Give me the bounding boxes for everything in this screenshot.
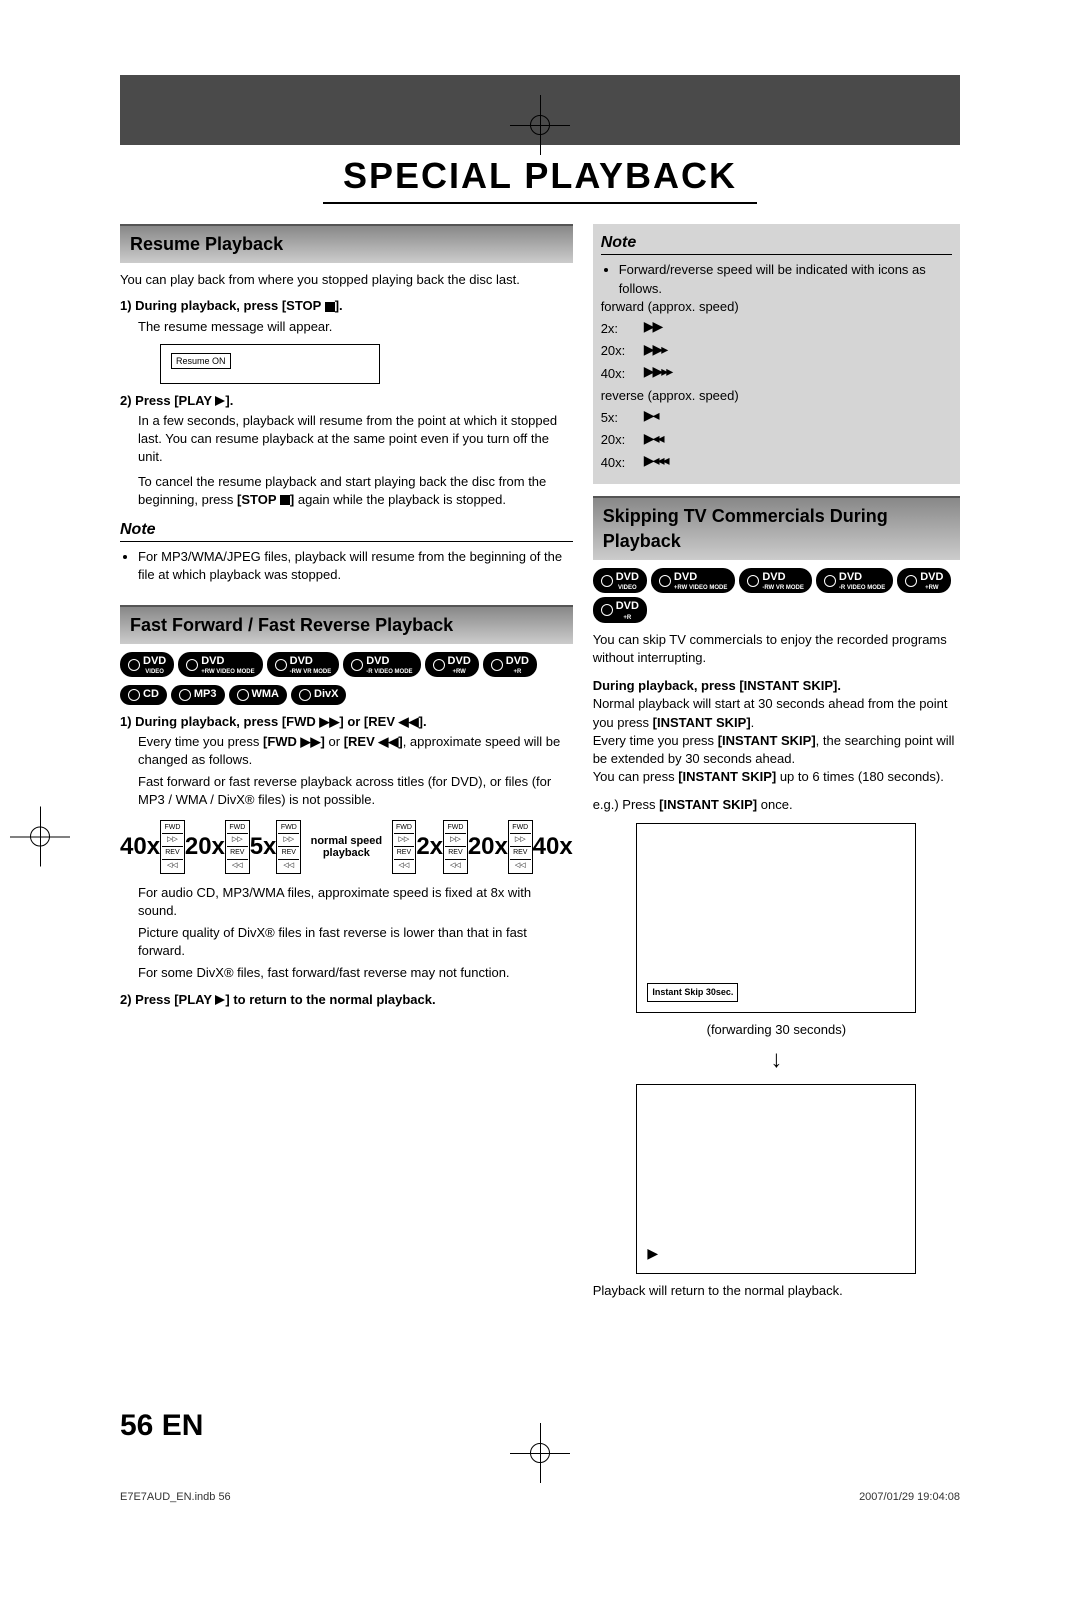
resume-note-list: For MP3/WMA/JPEG files, playback will re… (120, 548, 573, 584)
skip-intro: You can skip TV commercials to enjoy the… (593, 631, 960, 667)
ff-step1-body2: Fast forward or fast reverse playback ac… (138, 773, 573, 809)
speed-value: 20x (185, 830, 225, 864)
resume-step1-label: 1) During playback, press [STOP ]. (120, 298, 343, 313)
disc-badge: MP3 (171, 685, 225, 704)
right-column: Note Forward/reverse speed will be indic… (593, 224, 960, 1305)
disc-badge: DVD-R VIDEO MODE (816, 568, 893, 593)
disc-badge: DVD+R (483, 652, 537, 677)
resume-on-label: Resume ON (171, 353, 231, 370)
speed-row: 40x:▶▶▸▸ (601, 364, 952, 384)
footer-right: 2007/01/29 19:04:08 (859, 1491, 960, 1503)
speed-row: 5x:▶◂ (601, 408, 952, 428)
speed-box: FWD▷▷REV◁◁ (225, 820, 250, 874)
ff-header: Fast Forward / Fast Reverse Playback (120, 605, 573, 644)
skip-body3: You can press [INSTANT SKIP] up to 6 tim… (593, 768, 960, 786)
disc-badge: WMA (229, 685, 288, 704)
left-column: Resume Playback You can play back from w… (120, 224, 573, 1305)
printer-mark-top (525, 110, 555, 145)
speed-note-intro: Forward/reverse speed will be indicated … (619, 261, 952, 297)
resume-note-item: For MP3/WMA/JPEG files, playback will re… (138, 548, 573, 584)
speed-box: FWD▷▷REV◁◁ (160, 820, 185, 874)
ff-step1-body1: Every time you press [FWD ▶▶] or [REV ◀◀… (138, 733, 573, 769)
disc-badge: DVD-R VIDEO MODE (343, 652, 420, 677)
disc-badge: DVD+RW VIDEO MODE (651, 568, 735, 593)
down-arrow-icon: ↓ (593, 1043, 960, 1077)
printer-mark-bottom (525, 1438, 555, 1473)
speed-value: 40x (533, 830, 573, 864)
speed-box: FWD▷▷REV◁◁ (392, 820, 417, 874)
stop-icon (325, 302, 335, 312)
page-number: 56 EN (120, 1409, 203, 1443)
speed-value: 40x (120, 830, 160, 864)
speed-diagram: 40xFWD▷▷REV◁◁20xFWD▷▷REV◁◁5xFWD▷▷REV◁◁no… (120, 820, 573, 874)
instant-skip-screen: Instant Skip 30sec. (636, 823, 916, 1013)
playback-return-caption: Playback will return to the normal playb… (593, 1282, 960, 1300)
resume-step2-label: 2) Press [PLAY ]. (120, 393, 233, 408)
normal-speed-label: normal speed playback (301, 835, 391, 859)
speed-row: 20x:▶▶▸ (601, 342, 952, 362)
footer: E7E7AUD_EN.indb 56 2007/01/29 19:04:08 (120, 1491, 960, 1503)
disc-badge: DVDVIDEO (593, 568, 647, 593)
speed-value: 2x (416, 830, 443, 864)
skip-example-label: e.g.) Press [INSTANT SKIP] once. (593, 796, 960, 814)
play-osd-icon: ▶ (647, 1244, 658, 1264)
disc-badge: DVD+RW VIDEO MODE (178, 652, 262, 677)
speed-value: 20x (468, 830, 508, 864)
skip-badges: DVDVIDEODVD+RW VIDEO MODEDVD-RW VR MODED… (593, 568, 960, 623)
resume-header: Resume Playback (120, 224, 573, 263)
skip-body2: Every time you press [INSTANT SKIP], the… (593, 732, 960, 768)
rev-speed-label: reverse (approx. speed) (601, 387, 952, 405)
footer-left: E7E7AUD_EN.indb 56 (120, 1491, 231, 1503)
resume-step2-body2: To cancel the resume playback and start … (138, 473, 573, 509)
disc-badge: CD (120, 685, 167, 704)
resume-step2-body1: In a few seconds, playback will resume f… (138, 412, 573, 467)
skip-body1: Normal playback will start at 30 seconds… (593, 695, 960, 731)
ff-step1-label: 1) During playback, press [FWD ▶▶] or [R… (120, 714, 427, 729)
printer-mark-left (25, 822, 55, 857)
play-icon (215, 396, 225, 406)
title-band: SPECIAL PLAYBACK (0, 155, 1080, 204)
disc-badge: DVD-RW VR MODE (739, 568, 812, 593)
speed-note-box: Note Forward/reverse speed will be indic… (593, 224, 960, 484)
speed-box: FWD▷▷REV◁◁ (276, 820, 301, 874)
playback-screen: ▶ (636, 1084, 916, 1274)
ff-step2-label: 2) Press [PLAY ] to return to the normal… (120, 992, 436, 1007)
speed-value: 5x (250, 830, 277, 864)
rev-icon: ◀◀ (378, 734, 398, 749)
speed-row: 2x:▶▶ (601, 319, 952, 339)
skip-header: Skipping TV Commercials During Playback (593, 496, 960, 560)
ff-badges-row1: DVDVIDEODVD+RW VIDEO MODEDVD-RW VR MODED… (120, 652, 573, 677)
resume-step1-body: The resume message will appear. (120, 318, 573, 336)
play-icon (215, 995, 225, 1005)
forwarding-caption: (forwarding 30 seconds) (593, 1021, 960, 1039)
stop-icon (280, 495, 290, 505)
disc-badge: DVD+RW (425, 652, 479, 677)
ff-after1: For audio CD, MP3/WMA files, approximate… (138, 884, 573, 920)
disc-badge: DVD-RW VR MODE (267, 652, 340, 677)
fwd-icon: ▶▶ (319, 714, 339, 729)
page-title: SPECIAL PLAYBACK (323, 155, 757, 204)
disc-badge: DVDVIDEO (120, 652, 174, 677)
disc-badge: DVD+R (593, 597, 647, 622)
speed-row: 40x:▶◂◂◂ (601, 453, 952, 473)
resume-intro: You can play back from where you stopped… (120, 271, 573, 289)
speed-box: FWD▷▷REV◁◁ (443, 820, 468, 874)
resume-note-header: Note (120, 519, 573, 542)
resume-osd-box: Resume ON (160, 344, 380, 384)
ff-after3: For some DivX® files, fast forward/fast … (138, 964, 573, 982)
disc-badge: DVD+RW (897, 568, 951, 593)
speed-note-header: Note (601, 232, 952, 255)
ff-after2: Picture quality of DivX® files in fast r… (138, 924, 573, 960)
instant-skip-osd: Instant Skip 30sec. (647, 983, 738, 1002)
speed-row: 20x:▶◂◂ (601, 431, 952, 451)
ff-badges-row2: CDMP3WMADivX (120, 685, 573, 704)
disc-badge: DivX (291, 685, 346, 704)
fwd-speed-label: forward (approx. speed) (601, 298, 952, 316)
skip-step-label: During playback, press [INSTANT SKIP]. (593, 678, 841, 693)
rev-icon: ◀◀ (399, 714, 419, 729)
speed-box: FWD▷▷REV◁◁ (508, 820, 533, 874)
fwd-icon: ▶▶ (301, 734, 321, 749)
